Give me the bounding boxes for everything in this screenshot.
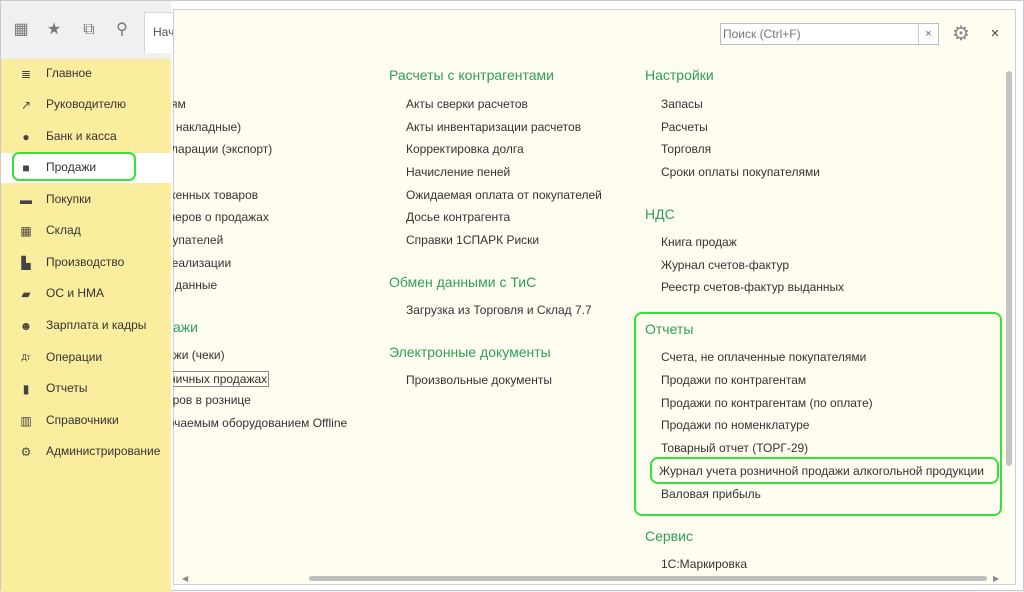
section-title-vat: НДС — [645, 206, 675, 222]
debit-credit-icon: Дт — [21, 353, 31, 362]
app-window: ▦ ★ ⧉ ⚲ Начальная страница ≣ Главное ↗ Рук… — [0, 0, 1024, 592]
menu-link[interactable]: данные — [175, 278, 217, 292]
menu-link[interactable]: Расчеты — [661, 120, 708, 134]
highlight-sales — [12, 152, 136, 181]
settings-gear-icon[interactable]: ⚙ — [949, 23, 973, 45]
sidebar-item-label: Руководителю — [46, 97, 127, 111]
section-title-service: Сервис — [645, 528, 693, 544]
sidebar-item-label: Администрирование — [46, 444, 161, 458]
sidebar-item-label: Главное — [46, 66, 92, 80]
search-icon[interactable]: ⚲ — [112, 20, 132, 40]
sidebar-item-label: Производство — [46, 255, 125, 269]
menu-link[interactable]: Книга продаж — [661, 235, 737, 249]
section-title-settings: Настройки — [645, 67, 714, 83]
menu-link[interactable]: Акты инвентаризации расчетов — [406, 120, 581, 134]
tab-start-page[interactable]: Начальная страница — [144, 12, 176, 53]
menu-link[interactable]: оваров в рознице — [173, 393, 251, 407]
menu-link[interactable]: т, накладные) — [173, 120, 241, 134]
menu-link[interactable]: Журнал счетов-фактур — [661, 258, 789, 272]
truck-icon: ▰ — [21, 287, 31, 301]
books-icon: ▥ — [20, 414, 32, 428]
menu-link[interactable]: 1С:Маркировка — [661, 557, 747, 571]
sidebar-item-label: Отчеты — [46, 381, 88, 395]
menu-link[interactable]: Сроки оплаты покупателями — [661, 165, 820, 179]
gear-icon: ⚙ — [20, 445, 32, 459]
sidebar: ≣ Главное ↗ Руководителю ● Банк и касса ■ Пр… — [1, 59, 171, 592]
sidebar-item-label: ОС и НМА — [46, 286, 105, 300]
menu-link[interactable]: Справки 1СПАРК Риски — [406, 233, 539, 247]
menu-link[interactable]: екларации (экспорт) — [173, 142, 272, 156]
sidebar-item-label: Зарплата и кадры — [46, 318, 147, 332]
sidebar-item-label: Операции — [46, 350, 103, 364]
apps-grid-icon[interactable]: ▦ — [11, 20, 31, 40]
column-1-clip: ям т, накладные) екларации (экспорт) оже… — [173, 59, 383, 579]
sidebar-item-label: Банк и касса — [46, 129, 117, 143]
sidebar-item-main[interactable]: ≣ Главное — [1, 59, 171, 89]
sidebar-item-manager[interactable]: ↗ Руководителю — [1, 90, 171, 120]
cart-icon: ▬ — [20, 193, 32, 207]
warehouse-icon: ▦ — [20, 224, 32, 238]
scroll-left-arrow-icon[interactable]: ◀ — [182, 574, 188, 583]
menu-link[interactable]: Ожидаемая оплата от покупателей — [406, 188, 602, 202]
history-icon[interactable]: ⧉ — [79, 20, 99, 40]
menu-link[interactable]: Досье контрагента — [406, 210, 510, 224]
sidebar-item-catalogs[interactable]: ▥ Справочники — [1, 406, 171, 436]
menu-link[interactable]: купателей — [173, 233, 223, 247]
section-title-exchange: Обмен данными с ТиС — [389, 274, 537, 290]
tab-label: Начальная страница — [153, 25, 175, 39]
menu-link[interactable]: Акты сверки расчетов — [406, 97, 528, 111]
menu-icon: ≣ — [20, 67, 32, 81]
factory-icon: ▙ — [21, 256, 31, 270]
menu-link[interactable]: ключаемым оборудованием Offline — [173, 416, 347, 430]
sidebar-item-purchases[interactable]: ▬ Покупки — [1, 185, 171, 215]
sidebar-item-bank[interactable]: ● Банк и касса — [1, 122, 171, 152]
sidebar-item-label: Справочники — [46, 413, 119, 427]
trend-icon: ↗ — [20, 98, 32, 112]
menu-link[interactable]: Запасы — [661, 97, 703, 111]
sidebar-item-reports[interactable]: ▮ Отчеты — [1, 374, 171, 404]
sidebar-item-salary[interactable]: ☻ Зарплата и кадры — [1, 311, 171, 341]
section-title-settlements: Расчеты с контрагентами — [389, 67, 554, 83]
person-icon: ☻ — [19, 319, 33, 333]
menu-link[interactable]: оженных товаров — [173, 188, 258, 202]
menu-link[interactable]: Начисление пеней — [406, 165, 510, 179]
sidebar-item-admin[interactable]: ⚙ Администрирование — [1, 437, 171, 467]
sidebar-item-warehouse[interactable]: ▦ Склад — [1, 216, 171, 246]
sidebar-item-assets[interactable]: ▰ ОС и НМА — [1, 279, 171, 309]
menu-link-focused[interactable]: озничных продажах — [173, 371, 270, 387]
menu-link[interactable]: Корректировка долга — [406, 142, 524, 156]
highlight-reports-section — [634, 312, 1002, 516]
scroll-right-arrow-icon[interactable]: ▶ — [993, 574, 999, 583]
section-title-edocs: Электронные документы — [389, 344, 551, 360]
sidebar-item-label: Покупки — [46, 192, 92, 206]
coin-icon: ● — [22, 130, 30, 144]
menu-link[interactable]: Торговля — [661, 142, 711, 156]
menu-link[interactable]: Произвольные документы — [406, 373, 552, 387]
search-input[interactable] — [723, 26, 913, 42]
search-box: × — [720, 23, 939, 45]
menu-link[interactable]: Загрузка из Торговля и Склад 7.7 — [406, 303, 592, 317]
menu-link[interactable]: Реестр счетов-фактур выданных — [661, 280, 844, 294]
menu-link[interactable]: тнеров о продажах — [173, 210, 269, 224]
star-icon[interactable]: ★ — [44, 20, 64, 40]
highlight-alcohol-journal — [650, 457, 999, 484]
vertical-scroll-thumb[interactable] — [1006, 71, 1012, 466]
sidebar-item-operations[interactable]: Дт Операции — [1, 343, 171, 373]
menu-link[interactable]: ажи (чеки) — [173, 348, 225, 362]
close-icon[interactable]: × — [987, 23, 1003, 45]
section-title: ажи — [173, 319, 198, 335]
sidebar-item-production[interactable]: ▙ Производство — [1, 248, 171, 278]
clear-search-button[interactable]: × — [918, 24, 938, 44]
sidebar-item-label: Склад — [46, 223, 81, 237]
menu-link[interactable]: реализации — [173, 256, 231, 270]
menu-link[interactable]: ям — [173, 97, 186, 111]
horizontal-scroll-thumb[interactable] — [309, 576, 987, 581]
bar-chart-icon: ▮ — [22, 382, 30, 396]
